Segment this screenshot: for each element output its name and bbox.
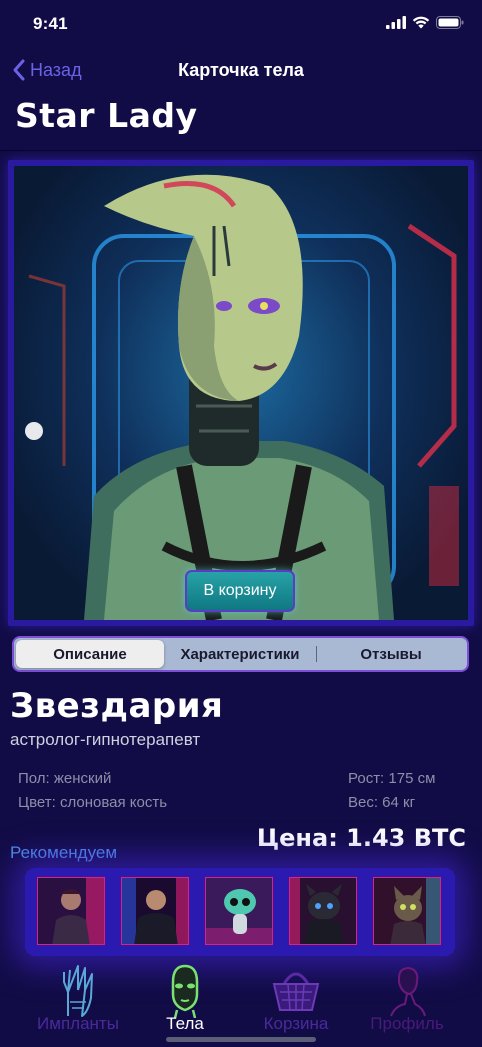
recommend-item[interactable] — [37, 877, 105, 945]
tab-bar: Импланты Тела Корзина Профиль — [0, 958, 482, 1047]
tabbar-item-cart[interactable]: Корзина — [246, 958, 346, 1038]
spec-color: Цвет: слоновая кость — [18, 794, 168, 811]
recommend-title: Рекомендуем — [10, 843, 118, 862]
add-to-cart-button[interactable]: В корзину — [185, 570, 295, 612]
status-icons — [386, 16, 464, 29]
recommend-item[interactable] — [289, 877, 357, 945]
divider — [0, 150, 482, 151]
tab-description[interactable]: Описание — [16, 640, 164, 668]
tabbar-label-bodies: Тела — [166, 1014, 204, 1033]
cyber-woman-thumbnail — [38, 878, 104, 944]
hero-image — [14, 166, 468, 620]
hand-icon — [63, 965, 93, 1017]
cyber-man-thumbnail — [122, 878, 188, 944]
tabbar-label-cart: Корзина — [263, 1014, 329, 1033]
alien-portrait-illustration — [25, 174, 459, 620]
price: Цена: 1.43 BTC — [256, 824, 466, 852]
tab-characteristics[interactable]: Характеристики — [164, 640, 316, 668]
tabbar-item-bodies[interactable]: Тела — [135, 958, 235, 1038]
nav-bar: Назад Карточка тела — [0, 54, 482, 90]
recommend-strip — [25, 868, 455, 956]
cyber-cat-thumbnail — [374, 878, 440, 944]
tab-reviews[interactable]: Отзывы — [317, 640, 465, 668]
spec-height: Рост: 175 см — [348, 770, 436, 787]
segmented-control: Описание Характеристики Отзывы — [12, 636, 469, 672]
status-bar: 9:41 — [0, 0, 482, 48]
tabbar-item-implants[interactable]: Импланты — [28, 958, 128, 1038]
recommend-item[interactable] — [205, 877, 273, 945]
body-role: астролог-гипнотерапевт — [10, 730, 201, 749]
body-name: Звездария — [10, 686, 224, 726]
nav-title: Карточка тела — [178, 60, 304, 80]
head-icon — [171, 964, 199, 1018]
profile-icon — [390, 966, 426, 1017]
alien-creature-thumbnail — [206, 878, 272, 944]
recommend-item[interactable] — [121, 877, 189, 945]
home-indicator — [166, 1037, 316, 1042]
basket-icon — [272, 972, 320, 1011]
robot-dog-thumbnail — [290, 878, 356, 944]
tabbar-item-profile[interactable]: Профиль — [357, 958, 457, 1038]
page-title: Star Lady — [15, 96, 198, 135]
recommend-item[interactable] — [373, 877, 441, 945]
tabbar-label-implants: Импланты — [37, 1014, 119, 1033]
status-time: 9:41 — [33, 14, 68, 33]
hero-frame — [8, 160, 474, 626]
tabbar-label-profile: Профиль — [370, 1014, 444, 1033]
battery-icon — [436, 16, 464, 29]
wifi-icon — [412, 16, 430, 29]
cellular-signal-icon — [386, 16, 406, 29]
spec-gender: Пол: женский — [18, 770, 112, 787]
spec-weight: Вес: 64 кг — [348, 794, 416, 811]
